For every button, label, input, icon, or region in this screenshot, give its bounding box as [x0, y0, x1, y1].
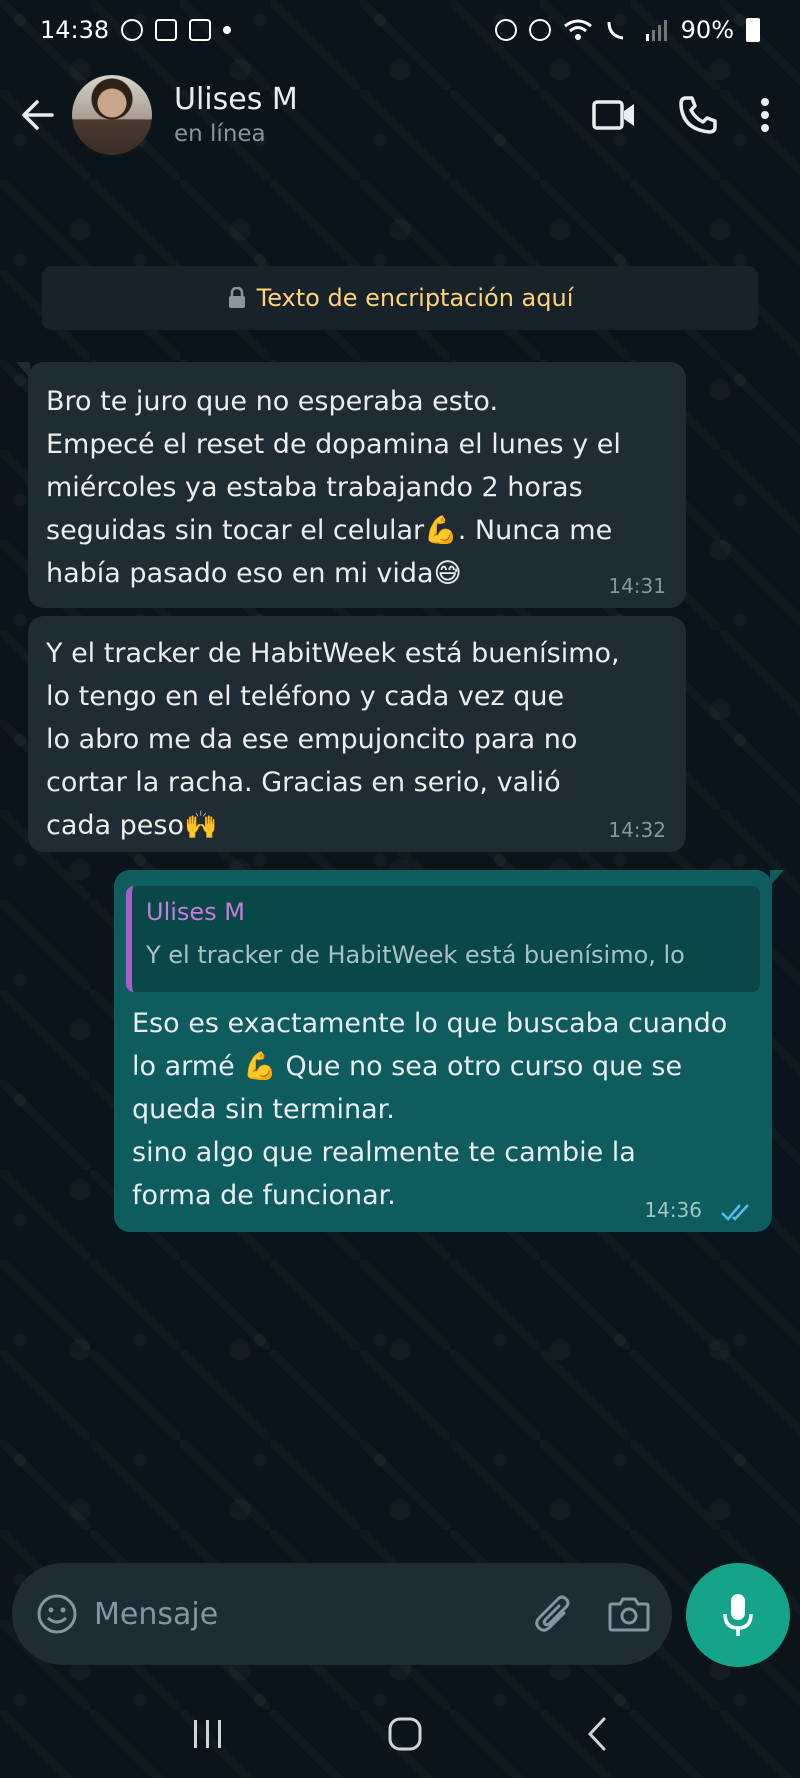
message-input-bar: Mensaje — [12, 1563, 672, 1665]
message-time: 14:31 — [608, 574, 666, 598]
chat-screen: 14:38 90% Ulises M en línea Texto de enc… — [0, 0, 800, 1778]
message-bubble-incoming[interactable]: Y el tracker de HabitWeek está buenísimo… — [28, 616, 686, 852]
voicemail-notification-icon — [189, 19, 212, 41]
gallery-notification-icon — [155, 19, 178, 41]
message-time: 14:36 — [644, 1198, 702, 1222]
more-notifications-icon — [223, 26, 232, 34]
video-camera-icon[interactable] — [592, 99, 636, 131]
phone-icon[interactable] — [678, 95, 718, 135]
quoted-message[interactable]: Ulises M Y el tracker de HabitWeek está … — [126, 886, 760, 992]
quoted-text: Y el tracker de HabitWeek está buenísimo… — [146, 941, 685, 969]
header-actions — [592, 95, 770, 135]
battery-icon — [746, 18, 760, 42]
camera-icon[interactable] — [608, 1596, 650, 1632]
contact-status: en línea — [174, 121, 266, 147]
chat-header: Ulises M en línea — [0, 60, 800, 170]
message-bubble-incoming[interactable]: Bro te juro que no esperaba esto. Empecé… — [16, 362, 686, 608]
alarm-icon — [528, 19, 551, 41]
back-nav-icon[interactable] — [585, 1716, 609, 1752]
contact-info[interactable]: Ulises M en línea — [174, 81, 592, 149]
voice-message-button[interactable] — [686, 1563, 790, 1667]
arrow-left-icon — [22, 100, 54, 130]
read-ticks-icon — [721, 1204, 749, 1221]
wifi-calling-icon — [607, 21, 623, 40]
status-right: 90% — [494, 16, 760, 44]
status-bar: 14:38 90% — [0, 0, 800, 60]
microphone-icon — [723, 1594, 753, 1636]
home-icon[interactable] — [387, 1716, 423, 1752]
contact-name: Ulises M — [174, 82, 298, 117]
wifi-icon — [563, 19, 592, 40]
recent-apps-icon[interactable] — [191, 1717, 225, 1751]
system-navigation-bar — [0, 1690, 800, 1778]
recycle-icon — [494, 19, 517, 41]
back-button[interactable] — [16, 93, 60, 137]
contact-avatar[interactable] — [72, 75, 152, 155]
input-actions — [534, 1593, 650, 1635]
emoji-icon[interactable] — [36, 1593, 78, 1635]
encryption-notice[interactable]: Texto de encriptación aquí — [42, 266, 758, 330]
message-bubble-outgoing[interactable]: Ulises M Y el tracker de HabitWeek está … — [114, 870, 784, 1232]
encryption-text: Texto de encriptación aquí — [256, 284, 574, 312]
message-text: Y el tracker de HabitWeek está buenísimo… — [46, 638, 620, 841]
whatsapp-notification-icon — [121, 19, 144, 41]
status-left: 14:38 — [40, 16, 232, 44]
bubble-tail — [16, 362, 30, 378]
more-vertical-icon[interactable] — [760, 97, 770, 133]
battery-level: 90% — [680, 16, 734, 44]
lock-icon — [228, 287, 245, 308]
message-time: 14:32 — [608, 818, 666, 842]
message-text: Bro te juro que no esperaba esto. Empecé… — [46, 386, 621, 589]
message-input[interactable]: Mensaje — [94, 1597, 534, 1632]
message-text: Eso es exactamente lo que buscaba cuando… — [132, 1008, 728, 1211]
signal-icon — [645, 20, 667, 41]
bubble-tail — [770, 870, 784, 886]
status-time: 14:38 — [40, 16, 110, 44]
quoted-author: Ulises M — [146, 898, 246, 926]
paperclip-icon[interactable] — [534, 1593, 574, 1635]
